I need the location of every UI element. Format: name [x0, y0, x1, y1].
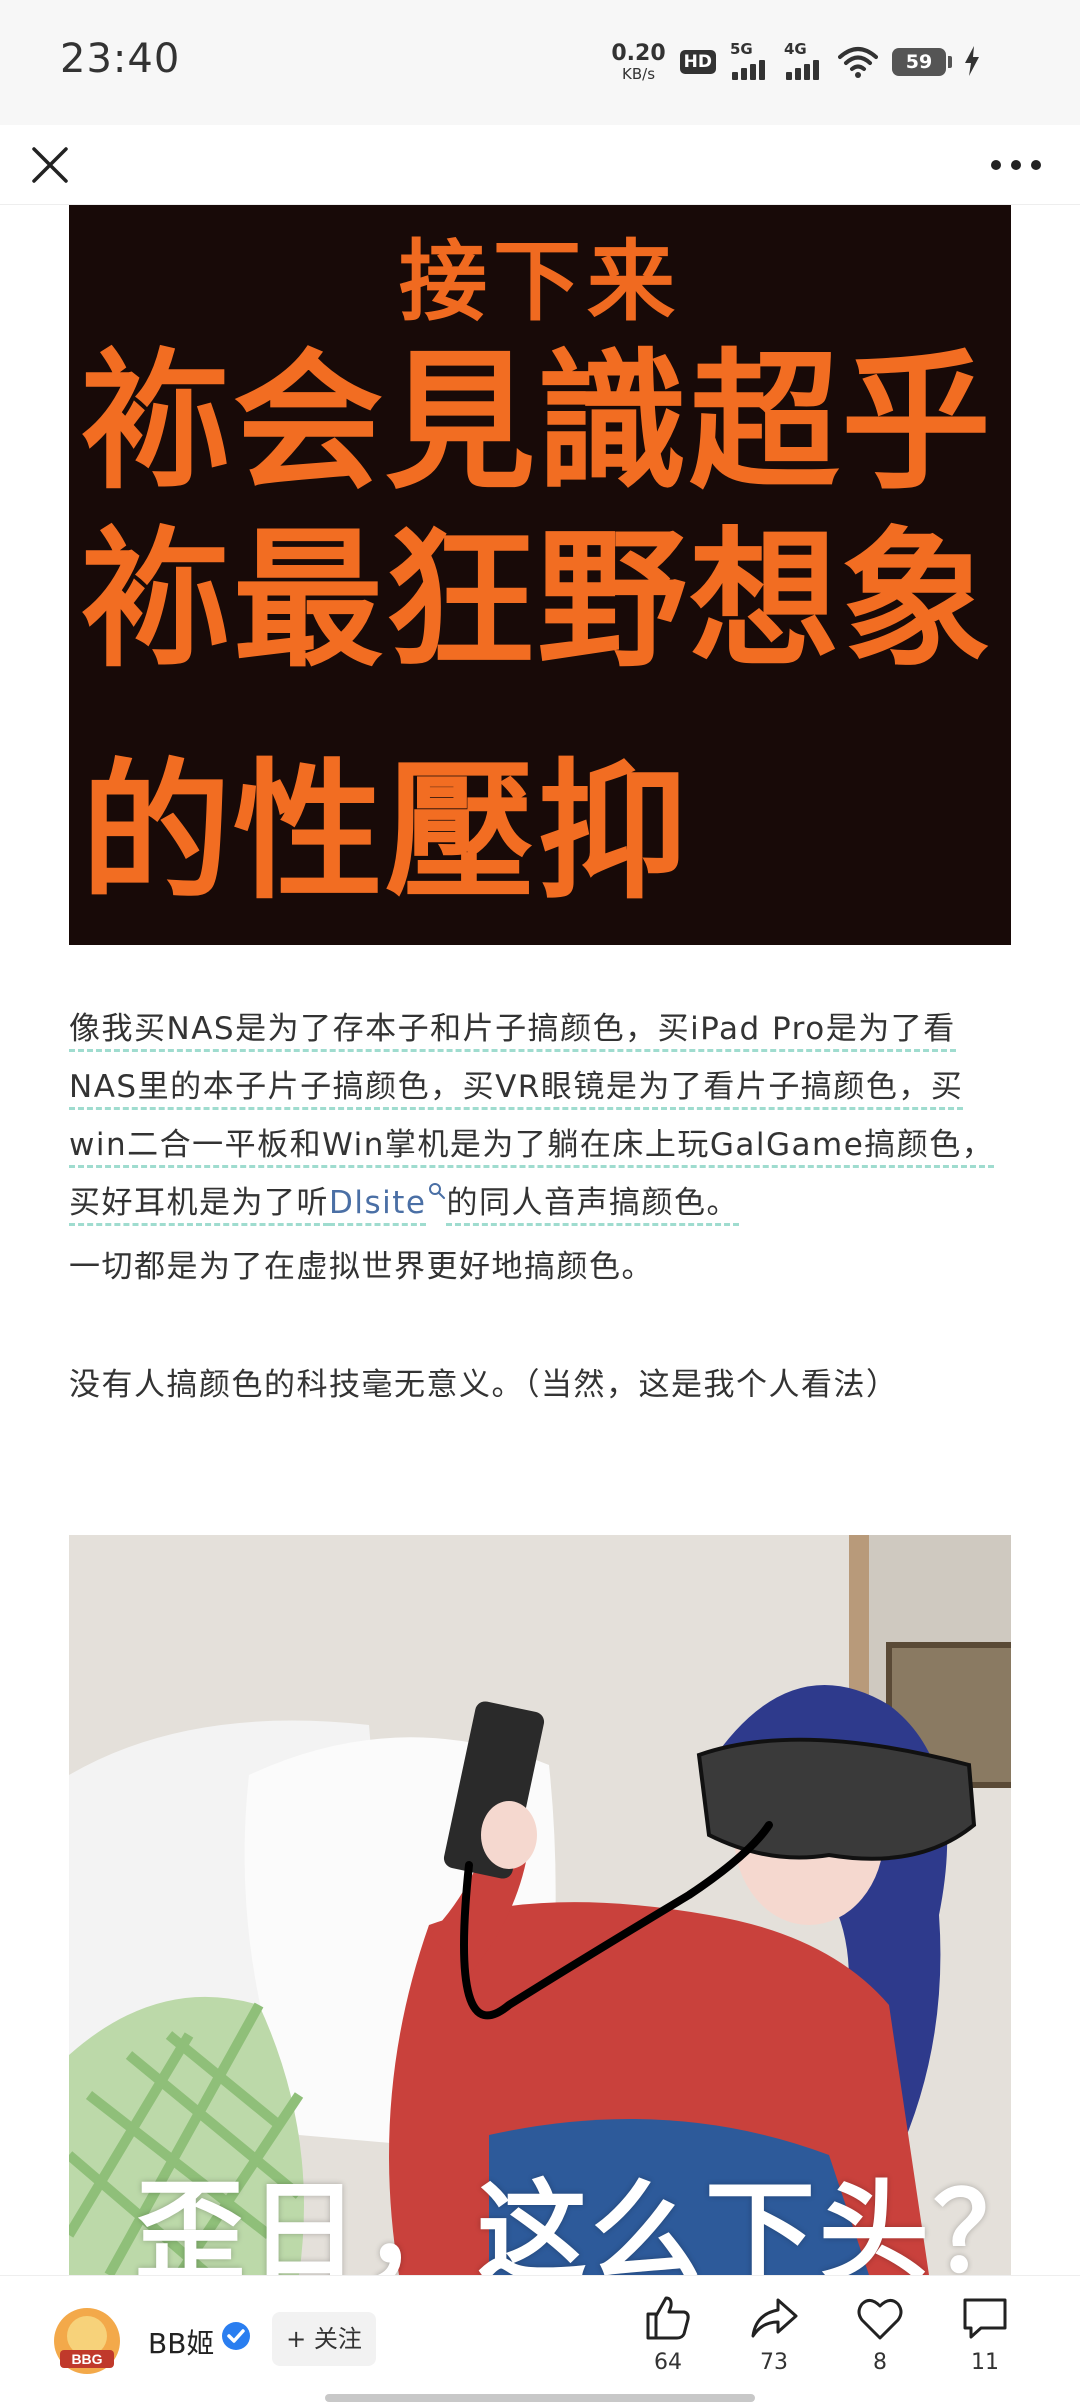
avatar-text: BBG	[71, 2351, 102, 2367]
share-arrow-icon	[751, 2298, 798, 2338]
search-icon[interactable]	[428, 1182, 446, 1200]
signal-5g-icon: 5G	[730, 40, 770, 80]
meme-text-line0: 接下来	[398, 229, 681, 333]
author-avatar[interactable]: BBG	[52, 2306, 122, 2376]
share-count: 73	[760, 2350, 788, 2375]
favorite-count: 8	[873, 2350, 887, 2375]
article-image-vr-meme[interactable]: 歪日，这么下头？	[69, 1535, 1011, 2275]
battery-icon: 59	[892, 48, 952, 76]
home-indicator[interactable]	[325, 2394, 755, 2402]
share-button[interactable]: 73	[734, 2292, 814, 2375]
meme-text-line3: 的性壓抑	[81, 744, 690, 920]
meme-text-line2: 袮最狂野想象	[81, 512, 994, 688]
more-options-icon[interactable]	[988, 151, 1044, 179]
signal-4g-label: 4G	[784, 40, 807, 58]
status-icons: 0.20 KB/s HD 5G 4G 59	[611, 40, 952, 84]
like-button[interactable]: 64	[628, 2292, 708, 2375]
article-paragraph-2: 一切都是为了在虚拟世界更好地搞颜色。	[69, 1249, 654, 1285]
status-time: 23:40	[60, 36, 181, 82]
network-speed: 0.20 KB/s	[611, 40, 666, 83]
vr-meme-caption: 歪日，这么下头？	[135, 2169, 1011, 2275]
status-bar: 23:40 0.20 KB/s HD 5G 4G 59	[0, 0, 1080, 125]
verified-badge-icon	[222, 2322, 250, 2350]
favorite-button[interactable]: 8	[840, 2292, 920, 2375]
paragraph-1-tail: 的同人音声搞颜色。	[446, 1185, 739, 1226]
comment-bubble-icon	[963, 2298, 1007, 2339]
like-count: 64	[654, 2350, 682, 2375]
article-paragraph-3: 没有人搞颜色的科技毫无意义。（当然，这是我个人看法）	[69, 1367, 899, 1403]
network-speed-value: 0.20	[611, 40, 666, 66]
article-image-meme-text[interactable]: 接下来 袮会見識超乎 袮最狂野想象 的性壓抑	[69, 205, 1011, 945]
network-speed-unit: KB/s	[622, 64, 656, 83]
wifi-icon	[838, 47, 878, 78]
dlsite-link[interactable]: Dlsite	[329, 1185, 427, 1226]
meme-text-line1: 袮会見識超乎	[81, 334, 994, 510]
thumbs-up-icon	[646, 2296, 690, 2340]
top-nav-bar	[0, 125, 1080, 205]
signal-5g-label: 5G	[730, 40, 753, 58]
article-content: 接下来 袮会見識超乎 袮最狂野想象 的性壓抑 像我买NAS是为了存本子和片子搞颜…	[0, 205, 1080, 2275]
charging-icon	[965, 46, 979, 76]
heart-icon	[857, 2299, 903, 2340]
article-paragraph-1: 像我买NAS是为了存本子和片子搞颜色，买iPad Pro是为了看NAS里的本子片…	[69, 1000, 1011, 1232]
author-name[interactable]: BB姬	[148, 2322, 214, 2362]
hd-voice-icon: HD	[679, 50, 716, 74]
comment-button[interactable]: 11	[945, 2292, 1025, 2375]
bottom-action-bar: BBG BB姬 + 关注 64 73 8 11	[0, 2275, 1080, 2408]
close-icon[interactable]	[28, 143, 72, 187]
follow-button[interactable]: + 关注	[272, 2312, 376, 2366]
signal-4g-icon: 4G	[784, 40, 824, 80]
comment-count: 11	[971, 2350, 999, 2375]
